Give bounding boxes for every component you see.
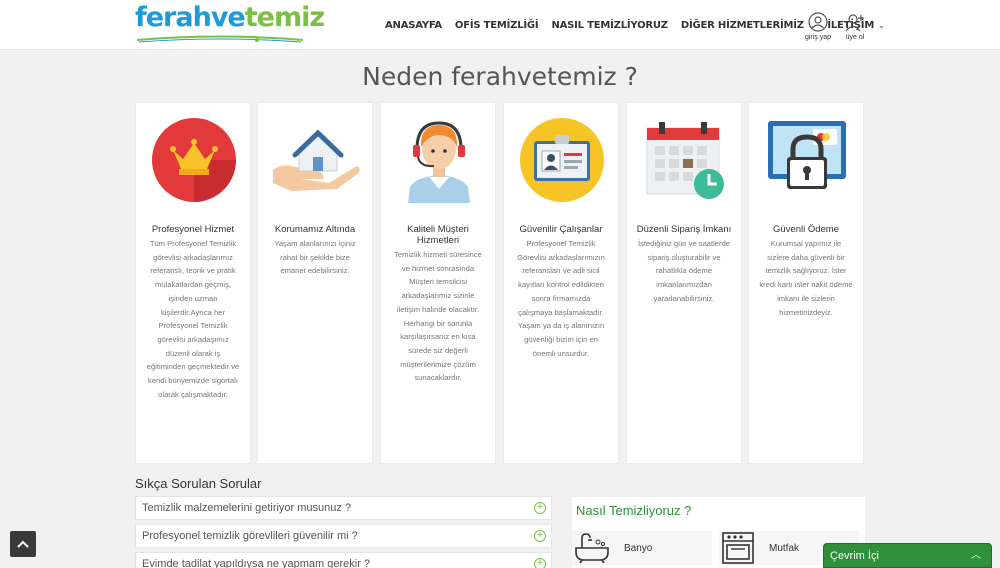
- support-agent-icon: [408, 121, 470, 203]
- nav-other-services[interactable]: DİĞER HİZMETLERİMİZ ⌄: [680, 19, 815, 31]
- faq-question: Evimde tadilat yapıldıysa ne yapmam gere…: [142, 558, 371, 568]
- faq-item[interactable]: Evimde tadilat yapıldıysa ne yapmam gere…: [135, 552, 552, 568]
- chevron-up-icon: ︿: [971, 550, 981, 561]
- user-add-icon: [845, 14, 864, 32]
- plus-circle-icon[interactable]: +: [534, 530, 546, 542]
- chevron-up-icon: [17, 540, 29, 548]
- faq-item[interactable]: Profesyonel temizlik görevlileri güvenil…: [135, 524, 552, 548]
- feature-card: Kaliteli Müşteri Hizmetleri Temizlik hiz…: [380, 102, 496, 464]
- feature-card-title: Profesyonel Hizmet: [151, 224, 235, 235]
- feature-card-title: Güvenli Ödeme: [772, 224, 839, 235]
- how-we-clean-title: Nasıl Temizliyoruz ?: [576, 503, 692, 518]
- crown-icon: [152, 118, 236, 202]
- feature-card-desc: Tüm Profesyonel Temizlik görevlisi arkad…: [146, 239, 240, 399]
- feature-card-title: Kaliteli Müşteri Hizmetleri: [407, 224, 469, 246]
- faq-question: Profesyonel temizlik görevlileri güvenil…: [142, 530, 358, 542]
- user-icon: [808, 12, 828, 32]
- login-button[interactable]: giriş yap: [800, 12, 836, 41]
- logo-text-part1: ferahve: [135, 2, 246, 33]
- id-card-icon: [520, 118, 604, 202]
- feature-card-desc: Temizlik hizmeti süresince ve hizmet son…: [394, 250, 482, 383]
- nav-office-cleaning-label: OFİS TEMİZLİĞİ: [454, 19, 539, 31]
- house-hand-icon: [273, 129, 360, 191]
- logo-text-part2: temiz: [244, 2, 325, 33]
- how-item-label: Banyo: [624, 542, 653, 554]
- feature-card-desc: İstediğiniz gün ve saatlerde sipariş olu…: [637, 239, 731, 303]
- feature-card: Profesyonel Hizmet Tüm Profesyonel Temiz…: [135, 102, 251, 464]
- nav-home[interactable]: ANASAYFA: [385, 20, 442, 31]
- chevron-down-icon: ⌄: [878, 20, 885, 30]
- chat-label: Çevrim İçi: [830, 550, 879, 562]
- how-item-label: Mutfak: [769, 542, 800, 554]
- nav-how-we-clean-label: NASIL TEMİZLİYORUZ: [551, 19, 668, 31]
- feature-card: Güvenli Ödeme Kurumsal yapımız ile sizle…: [748, 102, 864, 464]
- why-section-title: Neden ferahvetemiz ?: [362, 62, 638, 91]
- feature-card-desc: Yaşam alanlarınızı içiniz rahat bir şeki…: [274, 239, 356, 276]
- how-we-clean-panel: Nasıl Temizliyoruz ? Banyo Mutfak: [572, 497, 865, 568]
- nav-how-we-clean[interactable]: NASIL TEMİZLİYORUZ: [551, 19, 668, 31]
- site-header: ferahvetemiz ANASAYFA OFİS TEMİZLİĞİ NAS…: [0, 0, 1000, 50]
- online-chat-bar[interactable]: Çevrim İçi ︿: [823, 543, 992, 568]
- feature-card: Güvenilir Çalışanlar Profesyonel Temizli…: [503, 102, 619, 464]
- calendar-clock-icon: [646, 122, 724, 199]
- signup-label: üye ol: [845, 34, 865, 41]
- kitchen-icon: [722, 532, 754, 564]
- site-logo[interactable]: ferahvetemiz: [135, 2, 325, 45]
- login-label: giriş yap: [804, 34, 832, 41]
- feature-card: Korumamız Altında Yaşam alanlarınızı içi…: [257, 102, 373, 464]
- plus-circle-icon[interactable]: +: [534, 502, 546, 514]
- nav-home-label: ANASAYFA: [385, 19, 442, 31]
- feature-card-title: Korumamız Altında: [274, 224, 356, 235]
- plus-circle-icon[interactable]: +: [534, 558, 546, 568]
- feature-card-title: Güvenilir Çalışanlar: [519, 224, 603, 235]
- logo-swoosh-icon: [137, 35, 303, 43]
- feature-card: Düzenli Sipariş İmkanı İstediğiniz gün v…: [626, 102, 742, 464]
- back-to-top-button[interactable]: [10, 531, 36, 557]
- feature-card-desc: Kurumsal yapımız ile sizlere daha güvenl…: [759, 239, 853, 317]
- nav-other-services-label: DİĞER HİZMETLERİMİZ: [680, 19, 804, 31]
- nav-office-cleaning[interactable]: OFİS TEMİZLİĞİ: [455, 20, 539, 31]
- feature-card-desc: Profesyonel Temizlik Görevlisi arkadaşla…: [517, 239, 605, 358]
- bathtub-icon: [575, 533, 609, 564]
- faq-section-title: Sıkça Sorulan Sorular: [135, 476, 262, 491]
- faq-item[interactable]: Temizlik malzemelerini getiriyor musunuz…: [135, 496, 552, 520]
- how-item-bathroom[interactable]: Banyo: [572, 531, 712, 565]
- secure-payment-icon: [768, 121, 846, 189]
- signup-button[interactable]: üye ol: [837, 12, 873, 41]
- faq-question: Temizlik malzemelerini getiriyor musunuz…: [142, 502, 352, 514]
- feature-card-title: Düzenli Sipariş İmkanı: [636, 224, 732, 235]
